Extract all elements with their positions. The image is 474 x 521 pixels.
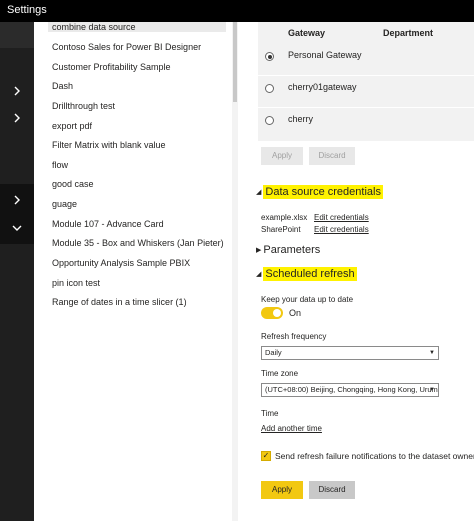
title-bar: Settings — [0, 0, 474, 22]
window-title: Settings — [7, 4, 47, 16]
credential-source: example.xlsx — [261, 213, 308, 222]
frequency-label: Refresh frequency — [261, 332, 327, 341]
edit-credentials-link[interactable]: Edit credentials — [314, 213, 369, 222]
caret-down-icon: ◢ — [256, 271, 262, 278]
radio-selected-icon[interactable] — [265, 52, 274, 61]
add-time-link[interactable]: Add another time — [261, 424, 322, 433]
rail-top-block — [0, 22, 34, 48]
keep-updated-label: Keep your data up to date — [261, 295, 354, 304]
chevron-right-icon[interactable] — [12, 86, 22, 96]
chevron-down-icon: ▼ — [429, 350, 435, 356]
credentials-section-header[interactable]: ◢ Data source credentials — [256, 185, 383, 199]
notify-label: Send refresh failure notifications to th… — [275, 451, 474, 461]
radio-icon[interactable] — [265, 116, 274, 125]
list-item[interactable]: guage — [52, 199, 77, 209]
list-item[interactable]: good case — [52, 179, 94, 189]
toggle-state-label: On — [289, 308, 302, 318]
list-item[interactable]: export pdf — [52, 121, 92, 131]
list-item[interactable]: Opportunity Analysis Sample PBIX — [52, 258, 190, 268]
frequency-value: Daily — [265, 348, 282, 357]
gateway-row[interactable]: Personal Gateway — [258, 44, 474, 74]
credentials-title: Data source credentials — [263, 185, 383, 199]
notify-checkbox[interactable]: ✓ — [261, 451, 271, 461]
gateway-row[interactable]: cherry01gateway — [258, 76, 474, 106]
chevron-right-icon[interactable] — [12, 113, 22, 123]
chevron-down-icon: ▼ — [429, 387, 435, 393]
gateway-row[interactable]: cherry — [258, 108, 474, 138]
caret-down-icon: ◢ — [256, 189, 262, 196]
gateway-column-header: Gateway — [288, 28, 326, 38]
parameters-section-header[interactable]: ▶ Parameters — [256, 244, 320, 256]
list-item[interactable]: flow — [52, 160, 68, 170]
caret-right-icon: ▶ — [256, 247, 262, 254]
list-item[interactable]: Contoso Sales for Power BI Designer — [52, 42, 201, 52]
list-item[interactable]: Module 35 - Box and Whiskers (Jan Pieter… — [52, 238, 224, 248]
list-scrollbar-thumb[interactable] — [233, 22, 237, 102]
list-item[interactable]: Range of dates in a time slicer (1) — [52, 297, 187, 307]
refresh-apply-button[interactable]: Apply — [261, 481, 303, 499]
gateway-table: Gateway Department Personal Gateway cher… — [258, 22, 474, 141]
timezone-select[interactable]: (UTC+08:00) Beijing, Chongqing, Hong Kon… — [261, 383, 439, 397]
timezone-label: Time zone — [261, 369, 299, 378]
rail-active-block — [0, 184, 34, 244]
chevron-right-icon[interactable] — [12, 195, 22, 205]
list-item[interactable]: Drillthrough test — [52, 101, 115, 111]
refresh-title: Scheduled refresh — [263, 267, 357, 281]
timezone-value: (UTC+08:00) Beijing, Chongqing, Hong Kon… — [265, 385, 439, 394]
list-item[interactable]: Customer Profitability Sample — [52, 62, 171, 72]
department-column-header: Department — [383, 28, 434, 38]
credential-source: SharePoint — [261, 225, 301, 234]
gateway-name: Personal Gateway — [288, 50, 362, 60]
dataset-list: combine data source Contoso Sales for Po… — [34, 22, 238, 521]
parameters-title: Parameters — [263, 244, 321, 256]
chevron-down-icon[interactable] — [12, 223, 22, 233]
gateway-apply-button[interactable]: Apply — [261, 147, 303, 165]
time-label: Time — [261, 409, 279, 418]
radio-icon[interactable] — [265, 84, 274, 93]
refresh-toggle[interactable] — [261, 307, 283, 319]
gateway-name: cherry01gateway — [288, 82, 357, 92]
list-item[interactable]: pin icon test — [52, 278, 100, 288]
gateway-discard-button[interactable]: Discard — [309, 147, 355, 165]
list-item[interactable]: Module 107 - Advance Card — [52, 219, 164, 229]
refresh-discard-button[interactable]: Discard — [309, 481, 355, 499]
list-item[interactable]: combine data source — [48, 22, 226, 32]
frequency-select[interactable]: Daily ▼ — [261, 346, 439, 360]
gateway-name: cherry — [288, 114, 314, 124]
list-item[interactable]: Filter Matrix with blank value — [52, 140, 166, 150]
left-nav-rail — [0, 22, 34, 521]
list-item[interactable]: Dash — [52, 81, 73, 91]
edit-credentials-link[interactable]: Edit credentials — [314, 225, 369, 234]
refresh-section-header[interactable]: ◢ Scheduled refresh — [256, 267, 357, 281]
